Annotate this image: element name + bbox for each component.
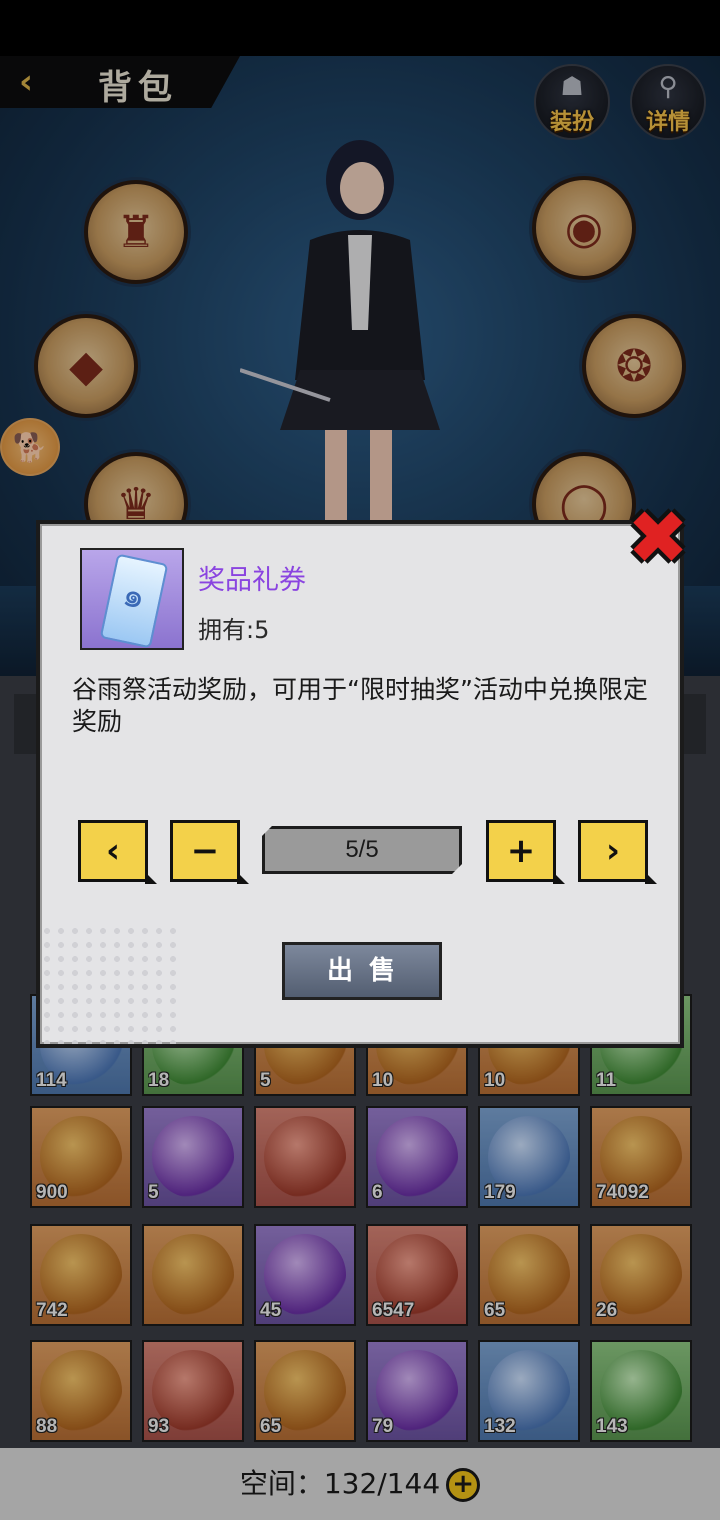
quantity-display: 5/5 <box>262 826 462 874</box>
quantity-min-button[interactable]: ‹ <box>78 820 157 884</box>
sell-button[interactable]: 出售 <box>282 942 442 1000</box>
minus-icon: − <box>190 831 220 871</box>
quantity-max-button[interactable]: › <box>578 820 657 884</box>
quantity-increase-button[interactable]: + <box>486 820 565 884</box>
chevron-right-icon: › <box>605 831 620 871</box>
quantity-decrease-button[interactable]: − <box>170 820 249 884</box>
item-detail-dialog: ๑ 奖品礼券 拥有:5 谷雨祭活动奖励，可用于“限时抽奖”活动中兑换限定奖励 ‹… <box>36 520 684 1048</box>
close-icon[interactable]: ✖ <box>620 500 696 576</box>
dialog-decoration <box>40 924 180 1044</box>
prize-ticket-icon: ๑ <box>80 548 184 650</box>
plus-icon: + <box>506 831 536 871</box>
chevron-left-icon: ‹ <box>105 831 120 871</box>
item-name: 奖品礼券 <box>198 565 306 596</box>
item-owned-count: 拥有:5 <box>198 616 270 644</box>
item-description: 谷雨祭活动奖励，可用于“限时抽奖”活动中兑换限定奖励 <box>72 675 648 736</box>
